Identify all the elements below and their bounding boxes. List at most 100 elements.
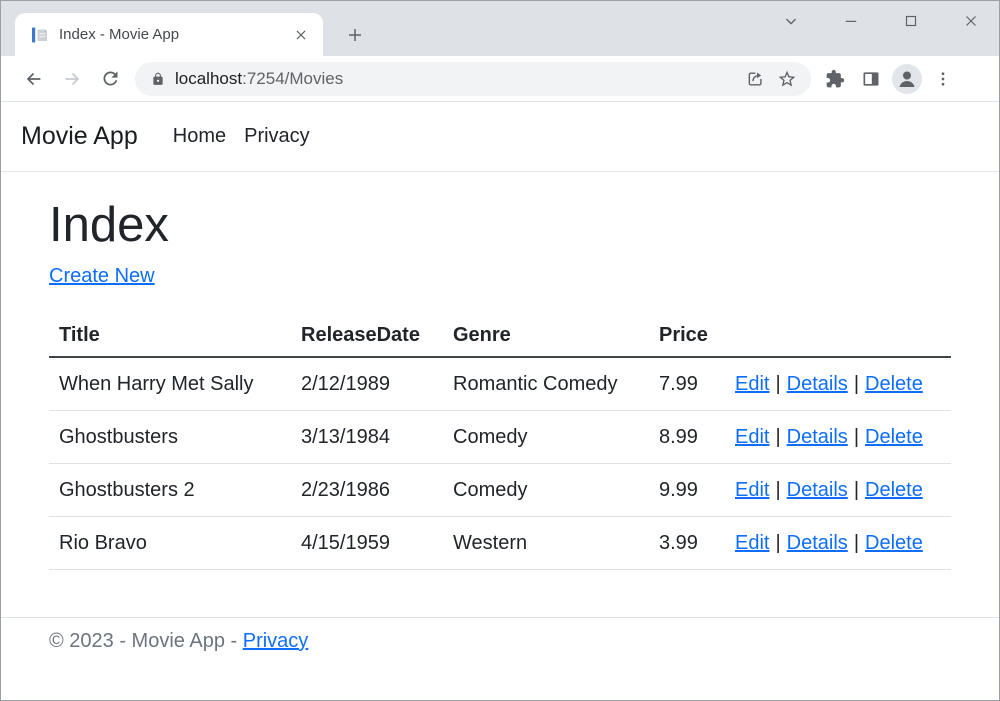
browser-toolbar: localhost:7254/Movies xyxy=(1,56,999,102)
favicon-icon xyxy=(31,26,49,44)
side-panel-button[interactable] xyxy=(855,63,887,95)
action-separator: | xyxy=(775,479,780,501)
cell-release-date: 3/13/1984 xyxy=(291,410,443,463)
table-row: When Harry Met Sally 2/12/1989 Romantic … xyxy=(49,357,951,411)
col-actions-header xyxy=(725,312,951,357)
action-separator: | xyxy=(775,373,780,395)
close-icon xyxy=(962,12,980,30)
reload-button[interactable] xyxy=(91,61,129,97)
menu-button[interactable] xyxy=(927,63,959,95)
cell-release-date: 4/15/1959 xyxy=(291,516,443,569)
maximize-button[interactable] xyxy=(895,7,927,35)
delete-link[interactable]: Delete xyxy=(865,426,923,448)
close-window-button[interactable] xyxy=(955,7,987,35)
nav-link-privacy[interactable]: Privacy xyxy=(235,125,319,148)
bookmark-button[interactable] xyxy=(771,63,803,95)
cell-price: 7.99 xyxy=(649,357,725,411)
star-icon xyxy=(777,69,797,89)
page-footer: © 2023 - Movie App - Privacy xyxy=(1,617,999,653)
reload-icon xyxy=(100,68,121,89)
details-link[interactable]: Details xyxy=(787,426,848,448)
movies-table: Title ReleaseDate Genre Price When Harry… xyxy=(49,312,951,570)
back-button[interactable] xyxy=(15,61,53,97)
edit-link[interactable]: Edit xyxy=(735,479,769,501)
action-separator: | xyxy=(854,373,859,395)
cell-actions: Edit|Details|Delete xyxy=(725,463,951,516)
cell-title: Rio Bravo xyxy=(49,516,291,569)
cell-genre: Romantic Comedy xyxy=(443,357,649,411)
browser-window: Index - Movie App xyxy=(0,0,1000,701)
page-title: Index xyxy=(49,196,951,255)
copyright-text: © 2023 - Movie App - xyxy=(49,630,237,652)
cell-release-date: 2/23/1986 xyxy=(291,463,443,516)
footer-privacy-link[interactable]: Privacy xyxy=(243,630,309,652)
window-controls xyxy=(775,7,987,35)
puzzle-icon xyxy=(825,69,845,89)
tab-search-button[interactable] xyxy=(775,7,807,35)
side-panel-icon xyxy=(861,69,881,89)
cell-price: 3.99 xyxy=(649,516,725,569)
table-header-row: Title ReleaseDate Genre Price xyxy=(49,312,951,357)
cell-actions: Edit|Details|Delete xyxy=(725,410,951,463)
delete-link[interactable]: Delete xyxy=(865,532,923,554)
nav-link-home[interactable]: Home xyxy=(164,125,235,148)
maximize-icon xyxy=(902,12,920,30)
table-row: Ghostbusters 3/13/1984 Comedy 8.99 Edit |… xyxy=(49,410,951,463)
cell-genre: Comedy xyxy=(443,410,649,463)
delete-link[interactable]: Delete xyxy=(865,479,923,501)
main-content: Index Create New Title ReleaseDate Genre… xyxy=(1,172,999,570)
person-icon xyxy=(892,64,922,94)
edit-link[interactable]: Edit xyxy=(735,373,769,395)
browser-tab[interactable]: Index - Movie App xyxy=(15,13,323,56)
chevron-down-icon xyxy=(782,12,800,30)
cell-title: When Harry Met Sally xyxy=(49,357,291,411)
movies-table-body: When Harry Met Sally 2/12/1989 Romantic … xyxy=(49,357,951,570)
profile-button[interactable] xyxy=(891,63,923,95)
cell-price: 9.99 xyxy=(649,463,725,516)
action-separator: | xyxy=(775,426,780,448)
action-separator: | xyxy=(854,532,859,554)
lock-icon xyxy=(151,72,165,86)
create-new-link[interactable]: Create New xyxy=(49,265,155,288)
tab-strip: Index - Movie App xyxy=(1,1,999,56)
cell-genre: Western xyxy=(443,516,649,569)
minimize-button[interactable] xyxy=(835,7,867,35)
cell-price: 8.99 xyxy=(649,410,725,463)
forward-button[interactable] xyxy=(53,61,91,97)
cell-genre: Comedy xyxy=(443,463,649,516)
details-link[interactable]: Details xyxy=(787,373,848,395)
address-bar[interactable]: localhost:7254/Movies xyxy=(135,62,811,96)
share-icon xyxy=(745,69,765,89)
minimize-icon xyxy=(842,12,860,30)
cell-release-date: 2/12/1989 xyxy=(291,357,443,411)
url-text: localhost:7254/Movies xyxy=(175,69,739,89)
share-button[interactable] xyxy=(739,63,771,95)
back-arrow-icon xyxy=(23,68,45,90)
col-releasedate-header: ReleaseDate xyxy=(291,312,443,357)
navbar-brand[interactable]: Movie App xyxy=(21,122,138,151)
edit-link[interactable]: Edit xyxy=(735,426,769,448)
col-genre-header: Genre xyxy=(443,312,649,357)
close-icon xyxy=(294,28,308,42)
toolbar-right-cluster xyxy=(819,63,959,95)
col-price-header: Price xyxy=(649,312,725,357)
table-row: Rio Bravo 4/15/1959 Western 3.99 Edit | De… xyxy=(49,516,951,569)
table-row: Ghostbusters 2 2/23/1986 Comedy 9.99 Edi… xyxy=(49,463,951,516)
new-tab-button[interactable] xyxy=(339,19,371,51)
tab-title: Index - Movie App xyxy=(59,26,289,43)
tab-close-button[interactable] xyxy=(289,23,313,47)
forward-arrow-icon xyxy=(61,68,83,90)
url-host: localhost xyxy=(175,69,242,88)
details-link[interactable]: Details xyxy=(787,479,848,501)
delete-link[interactable]: Delete xyxy=(865,373,923,395)
three-dot-menu-icon xyxy=(934,70,952,88)
cell-title: Ghostbusters 2 xyxy=(49,463,291,516)
edit-link[interactable]: Edit xyxy=(735,532,769,554)
url-path: :7254/Movies xyxy=(242,69,343,88)
details-link[interactable]: Details xyxy=(787,532,848,554)
cell-title: Ghostbusters xyxy=(49,410,291,463)
site-navbar: Movie App Home Privacy xyxy=(1,102,999,172)
plus-icon xyxy=(346,26,364,44)
cell-actions: Edit | Details | Delete xyxy=(725,357,951,411)
extensions-button[interactable] xyxy=(819,63,851,95)
